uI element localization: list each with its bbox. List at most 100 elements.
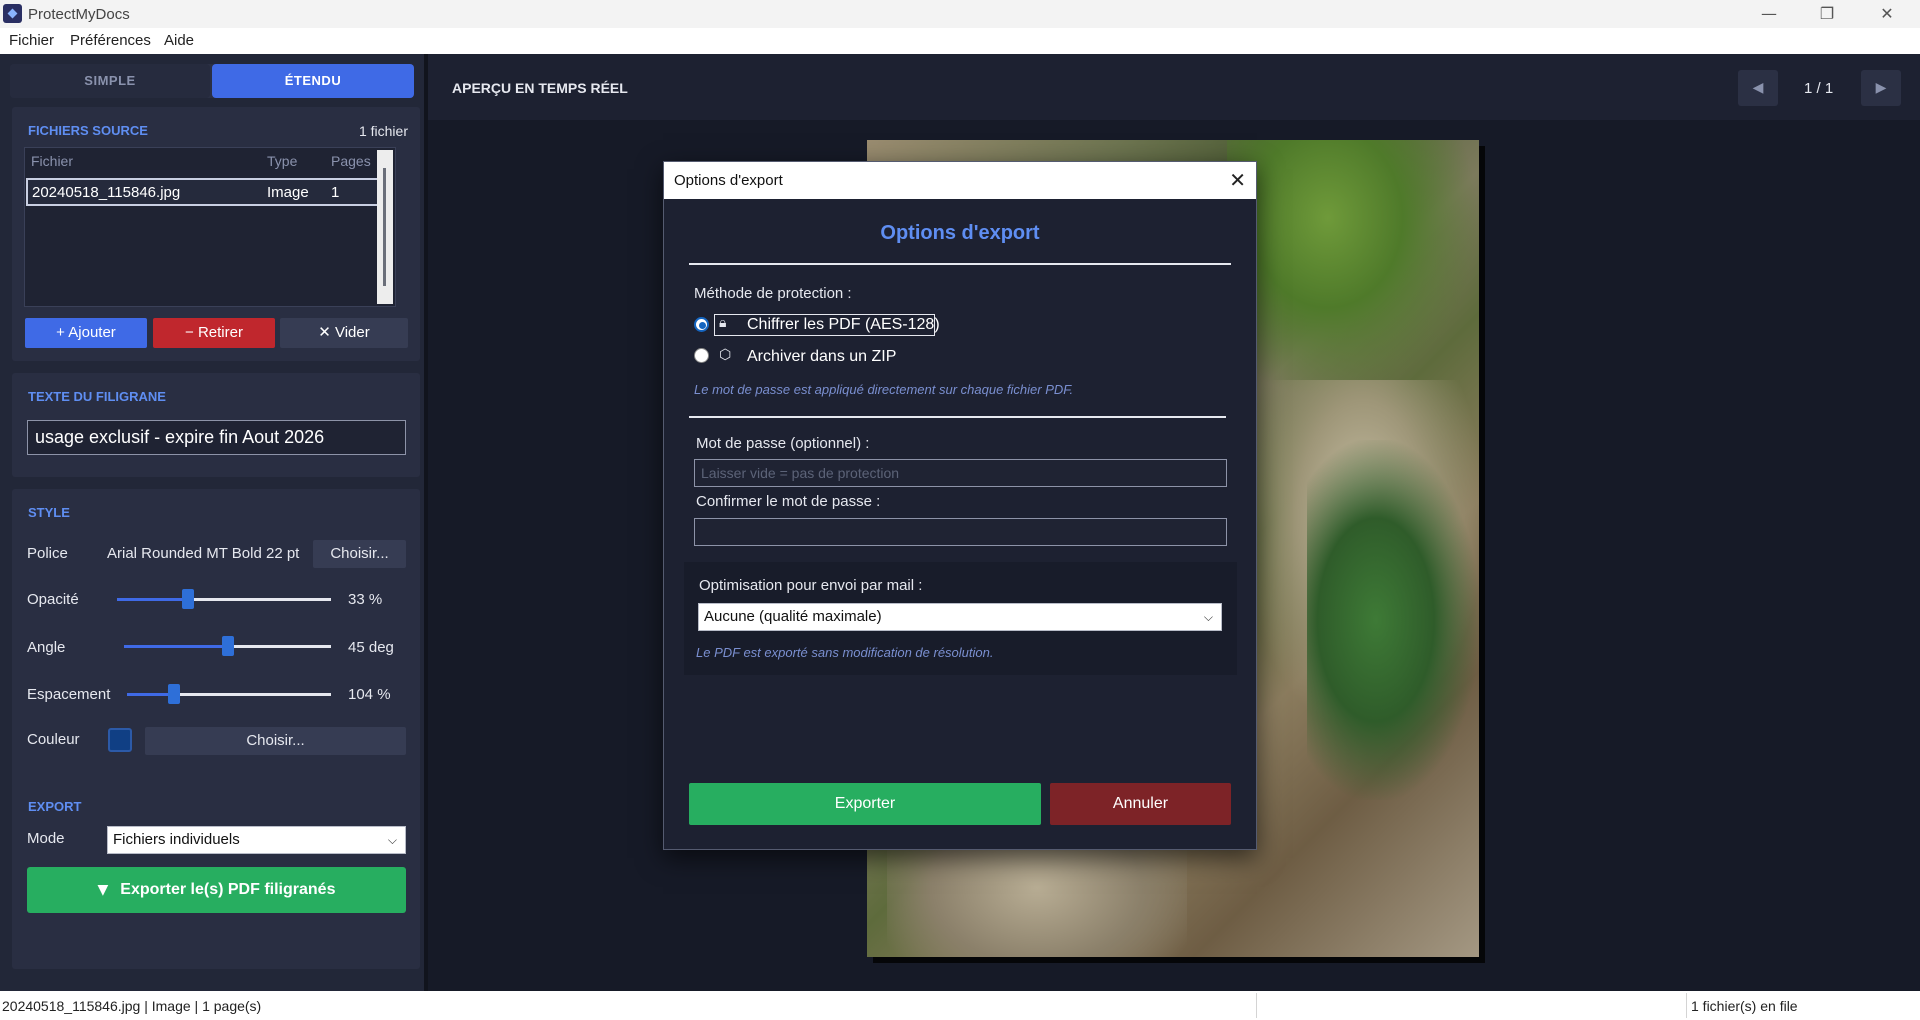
source-files-panel: FICHIERS SOURCE 1 fichier Fichier Type P… (12, 107, 420, 361)
style-title: STYLE (28, 505, 70, 520)
status-queue-count: 1 fichier(s) en file (1691, 998, 1798, 1014)
dialog-window-title: Options d'export (674, 172, 783, 189)
mail-hint: Le PDF est exporté sans modification de … (696, 645, 994, 660)
zip-option-label[interactable]: Archiver dans un ZIP (747, 348, 896, 366)
spacing-slider-fill (127, 693, 174, 696)
file-count: 1 fichier (358, 123, 408, 139)
mail-optimization-select[interactable]: Aucune (qualité maximale) ⌵ (698, 603, 1222, 631)
export-watermarked-pdf-button[interactable]: ▼ Exporter le(s) PDF filigranés (27, 867, 406, 913)
chevron-right-icon: ▶ (1875, 80, 1887, 96)
cancel-button[interactable]: Annuler (1050, 783, 1231, 825)
previous-page-button[interactable]: ◀ (1738, 70, 1778, 106)
download-arrow-icon: ▼ (97, 882, 109, 898)
table-row[interactable]: 20240518_115846.jpg Image 1 (26, 178, 386, 206)
export-button-label: Exporter le(s) PDF filigranés (120, 881, 336, 898)
clear-files-button[interactable]: ✕ Vider (280, 318, 408, 348)
menu-bar: Fichier Préférences Aide (0, 28, 1920, 54)
preview-header: APERÇU EN TEMPS RÉEL ◀ 1 / 1 ▶ (428, 54, 1920, 120)
opacity-slider-fill (117, 598, 188, 601)
font-label: Police (27, 545, 68, 562)
export-mode-value: Fichiers individuels (113, 831, 240, 848)
column-header-pages[interactable]: Pages (331, 153, 371, 169)
opacity-slider-thumb[interactable] (182, 589, 194, 609)
export-options-dialog: Options d'export ✕ Options d'export Méth… (663, 161, 1257, 850)
protection-method-label: Méthode de protection : (694, 285, 852, 302)
watermark-text-input[interactable]: usage exclusif - expire fin Aout 2026 (27, 420, 406, 455)
password-input[interactable]: Laisser vide = pas de protection (694, 459, 1227, 487)
app-logo-icon (3, 4, 22, 23)
color-swatch[interactable] (108, 728, 132, 752)
window-title: ProtectMyDocs (28, 6, 130, 23)
export-title: EXPORT (28, 799, 82, 814)
export-mode-label: Mode (27, 830, 65, 847)
next-page-button[interactable]: ▶ (1861, 70, 1901, 106)
page-indicator: 1 / 1 (1804, 80, 1834, 97)
source-files-title: FICHIERS SOURCE (28, 123, 148, 138)
title-bar: ProtectMyDocs — ❐ ✕ (0, 0, 1920, 28)
choose-font-button[interactable]: Choisir... (313, 540, 406, 568)
opacity-label: Opacité (27, 591, 79, 608)
spacing-value: 104 % (348, 686, 391, 703)
choose-color-button[interactable]: Choisir... (145, 727, 406, 755)
mail-optimization-label: Optimisation pour envoi par mail : (699, 577, 923, 594)
angle-slider-fill (124, 645, 228, 648)
menu-fichier[interactable]: Fichier (9, 32, 54, 49)
add-file-button[interactable]: + Ajouter (25, 318, 147, 348)
spacing-slider[interactable] (127, 684, 331, 704)
export-button[interactable]: Exporter (689, 783, 1041, 825)
export-mode-select[interactable]: Fichiers individuels ⌵ (107, 826, 406, 854)
dialog-heading: Options d'export (880, 222, 1040, 244)
chevron-left-icon: ◀ (1752, 80, 1764, 96)
encrypt-option-label[interactable]: Chiffrer les PDF (AES-128) (747, 316, 940, 334)
watermark-title: TEXTE DU FILIGRANE (28, 389, 166, 404)
divider (689, 416, 1226, 418)
remove-file-button[interactable]: − Retirer (153, 318, 275, 348)
preview-title: APERÇU EN TEMPS RÉEL (452, 80, 628, 96)
mail-optimization-section: Optimisation pour envoi par mail : Aucun… (684, 562, 1237, 675)
sidebar: SIMPLE ÉTENDU FICHIERS SOURCE 1 fichier … (0, 54, 424, 991)
restore-button[interactable]: ❐ (1798, 0, 1856, 28)
lock-icon: 🔒︎ (719, 315, 727, 331)
zip-radio[interactable] (694, 348, 709, 363)
tab-etendu[interactable]: ÉTENDU (212, 64, 414, 98)
file-type-cell: Image (267, 184, 309, 201)
angle-value: 45 deg (348, 639, 394, 656)
password-label: Mot de passe (optionnel) : (696, 435, 870, 452)
dialog-close-icon[interactable]: ✕ (1229, 168, 1246, 192)
status-file-info: 20240518_115846.jpg | Image | 1 page(s) (2, 998, 262, 1014)
angle-slider[interactable] (124, 636, 331, 656)
column-header-type[interactable]: Type (267, 153, 297, 169)
mode-tabs: SIMPLE ÉTENDU (10, 64, 414, 98)
angle-label: Angle (27, 639, 66, 656)
chevron-down-icon: ⌵ (387, 833, 397, 847)
mail-optimization-value: Aucune (qualité maximale) (704, 608, 882, 625)
file-name-cell: 20240518_115846.jpg (32, 184, 181, 201)
column-header-file[interactable]: Fichier (31, 153, 73, 169)
angle-slider-thumb[interactable] (222, 636, 234, 656)
confirm-password-label: Confirmer le mot de passe : (696, 493, 881, 510)
scrollbar-thumb[interactable] (383, 168, 386, 286)
status-bar: 20240518_115846.jpg | Image | 1 page(s) … (0, 991, 1920, 1020)
minimize-button[interactable]: — (1740, 0, 1798, 28)
opacity-value: 33 % (348, 591, 383, 608)
encrypt-radio[interactable] (694, 317, 709, 332)
watermark-panel: TEXTE DU FILIGRANE usage exclusif - expi… (12, 373, 420, 477)
chevron-down-icon: ⌵ (1203, 610, 1213, 624)
dialog-title-bar: Options d'export ✕ (664, 162, 1256, 199)
divider (689, 263, 1231, 265)
spacing-label: Espacement (27, 686, 111, 703)
file-list-scrollbar[interactable] (377, 150, 393, 304)
font-value: Arial Rounded MT Bold 22 pt (107, 545, 300, 562)
menu-preferences[interactable]: Préférences (70, 32, 151, 49)
opacity-slider[interactable] (117, 589, 331, 609)
spacing-slider-thumb[interactable] (168, 684, 180, 704)
confirm-password-input[interactable] (694, 518, 1227, 546)
color-label: Couleur (27, 731, 80, 748)
file-pages-cell: 1 (331, 184, 340, 201)
tab-simple[interactable]: SIMPLE (10, 64, 210, 98)
method-hint: Le mot de passe est appliqué directement… (694, 382, 1074, 397)
package-icon: ⬡ (719, 347, 732, 363)
menu-aide[interactable]: Aide (164, 32, 194, 49)
file-table: Fichier Type Pages 20240518_115846.jpg I… (24, 147, 396, 307)
close-window-button[interactable]: ✕ (1858, 0, 1916, 28)
